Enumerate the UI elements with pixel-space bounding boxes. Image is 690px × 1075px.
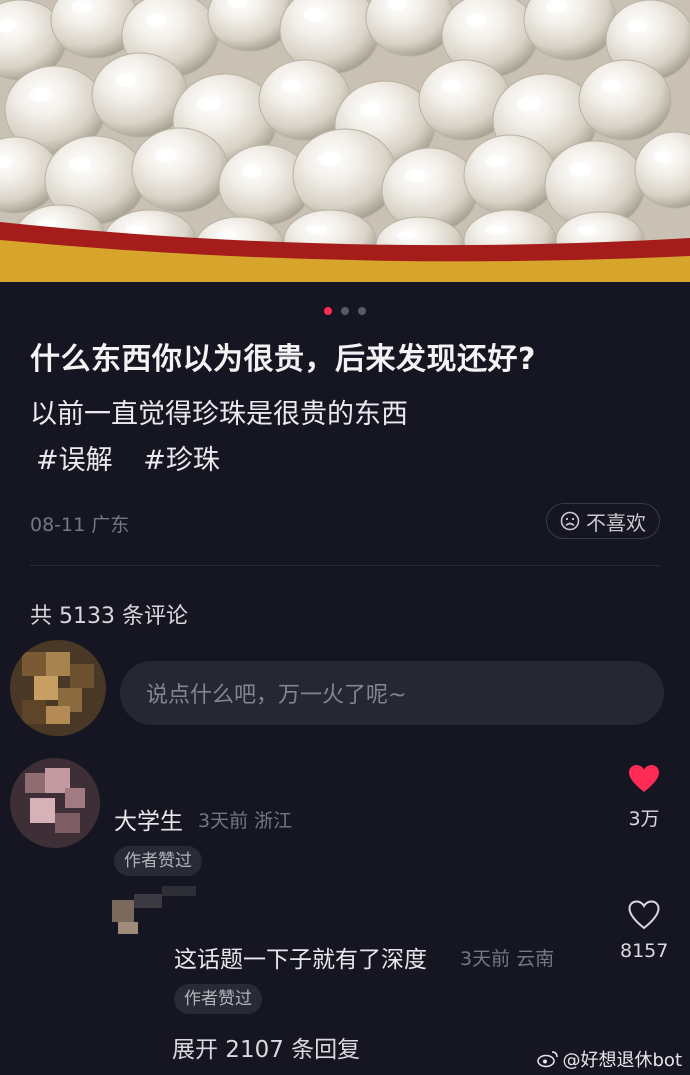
avatar-pixelated	[10, 640, 106, 736]
reply-text: 这话题一下子就有了深度	[174, 947, 427, 973]
pearl-highlight	[126, 224, 147, 235]
pearl-highlight	[601, 79, 622, 93]
pearl-highlight	[69, 157, 91, 172]
commenter-avatar[interactable]	[10, 758, 100, 848]
post-description: 以前一直觉得珍珠是很贵的东西	[30, 399, 408, 430]
heart-filled-icon	[629, 765, 659, 792]
pearl-highlight	[317, 151, 341, 167]
pearl-highlight	[569, 162, 591, 177]
pearl-highlight	[577, 225, 597, 235]
comment-count: 共 5133 条评论	[30, 604, 188, 629]
comment-meta: 3天前 浙江	[198, 810, 293, 832]
avatar-pixelated	[112, 876, 222, 936]
dislike-button[interactable]: 不喜欢	[546, 503, 660, 539]
reply-avatar[interactable]	[112, 876, 222, 936]
comment-input-placeholder: 说点什么吧，万一火了呢~	[146, 683, 407, 708]
post-title: 什么东西你以为很贵，后来发现还好?	[30, 342, 536, 377]
pearls-photo	[0, 0, 690, 282]
pearl-highlight	[145, 13, 167, 28]
post-image-pearls[interactable]	[0, 0, 690, 282]
pearl-highlight	[654, 150, 672, 163]
comment-input[interactable]: 说点什么吧，万一火了呢~	[120, 661, 664, 725]
pearl-highlight	[115, 73, 137, 88]
pearl-highlight	[155, 148, 177, 163]
dislike-label: 不喜欢	[586, 510, 646, 535]
author-liked-badge: 作者赞过	[114, 846, 202, 876]
watermark-text: @好想退休bot	[562, 1050, 683, 1071]
expand-replies-button[interactable]: 展开 2107 条回复	[172, 1030, 360, 1064]
pearl-highlight	[627, 19, 647, 33]
carousel-dot-active	[323, 307, 332, 315]
pearl-highlight	[217, 230, 237, 240]
carousel-dot	[358, 307, 367, 315]
tag-misunderstanding[interactable]: #误解	[36, 445, 113, 476]
pearl-highlight	[517, 96, 541, 112]
author-liked-badge: 作者赞过	[174, 984, 262, 1014]
pearl	[463, 134, 557, 216]
pearl	[578, 59, 672, 141]
pearl-highlight	[486, 154, 507, 168]
pearl-highlight	[29, 87, 51, 102]
pearl-highlight	[197, 96, 221, 112]
pearl-highlight	[306, 224, 327, 235]
weibo-icon	[536, 1051, 558, 1068]
heart-outline-icon	[628, 900, 660, 930]
like-count: 8157	[620, 940, 669, 962]
sad-face-icon	[560, 511, 580, 531]
tag-pearl[interactable]: #珍珠	[143, 445, 220, 476]
pearl-highlight	[405, 168, 427, 183]
post-tags: #误解 #珍珠	[36, 438, 242, 477]
section-divider	[30, 565, 660, 566]
image-carousel-indicator	[0, 300, 690, 319]
weibo-watermark: @好想退休bot	[536, 1046, 683, 1072]
pearl-highlight	[281, 79, 302, 93]
reply-meta: 3天前 云南	[460, 948, 555, 970]
my-avatar[interactable]	[10, 640, 106, 736]
pearl-highlight	[72, 0, 92, 13]
pearl-highlight	[397, 230, 417, 240]
pearl	[292, 128, 398, 222]
pearl-highlight	[465, 13, 487, 28]
pearl	[131, 127, 229, 213]
pearl-highlight	[486, 224, 507, 235]
carousel-dot	[341, 307, 349, 315]
reply-like-button[interactable]: 8157	[620, 900, 668, 962]
commenter-username[interactable]: 大学生	[114, 802, 183, 836]
like-count: 3万	[628, 808, 660, 830]
pearl-highlight	[441, 79, 462, 93]
comment-like-button[interactable]: 3万	[620, 764, 668, 831]
pearl-highlight	[359, 102, 381, 117]
avatar-pixelated	[10, 758, 100, 848]
post-date-location: 08-11 广东	[30, 514, 130, 536]
pearl-highlight	[546, 0, 567, 13]
pearl-highlight	[241, 164, 262, 178]
pearl-highlight	[304, 7, 326, 22]
